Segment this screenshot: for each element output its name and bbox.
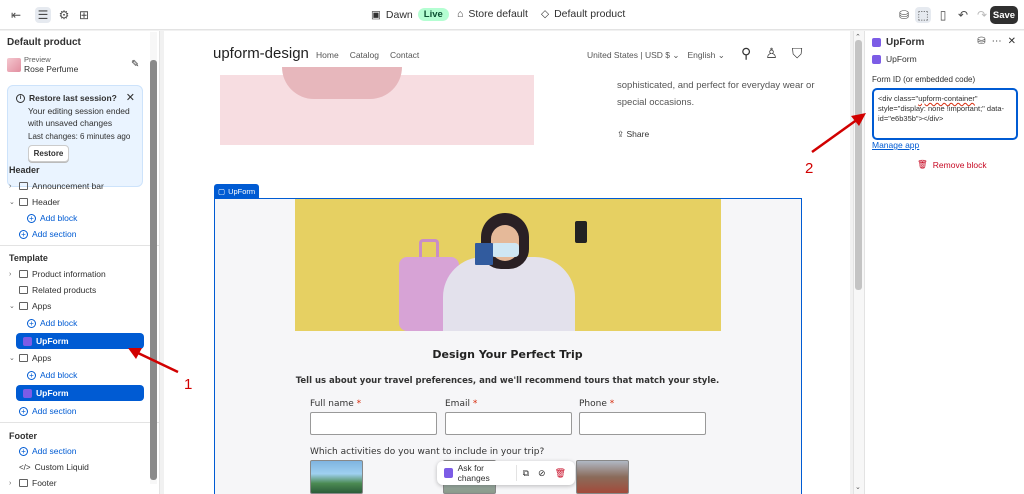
annotation-number-1: 1	[184, 376, 193, 393]
annotation-number-2: 2	[805, 160, 814, 177]
annotation-arrows	[128, 113, 866, 374]
